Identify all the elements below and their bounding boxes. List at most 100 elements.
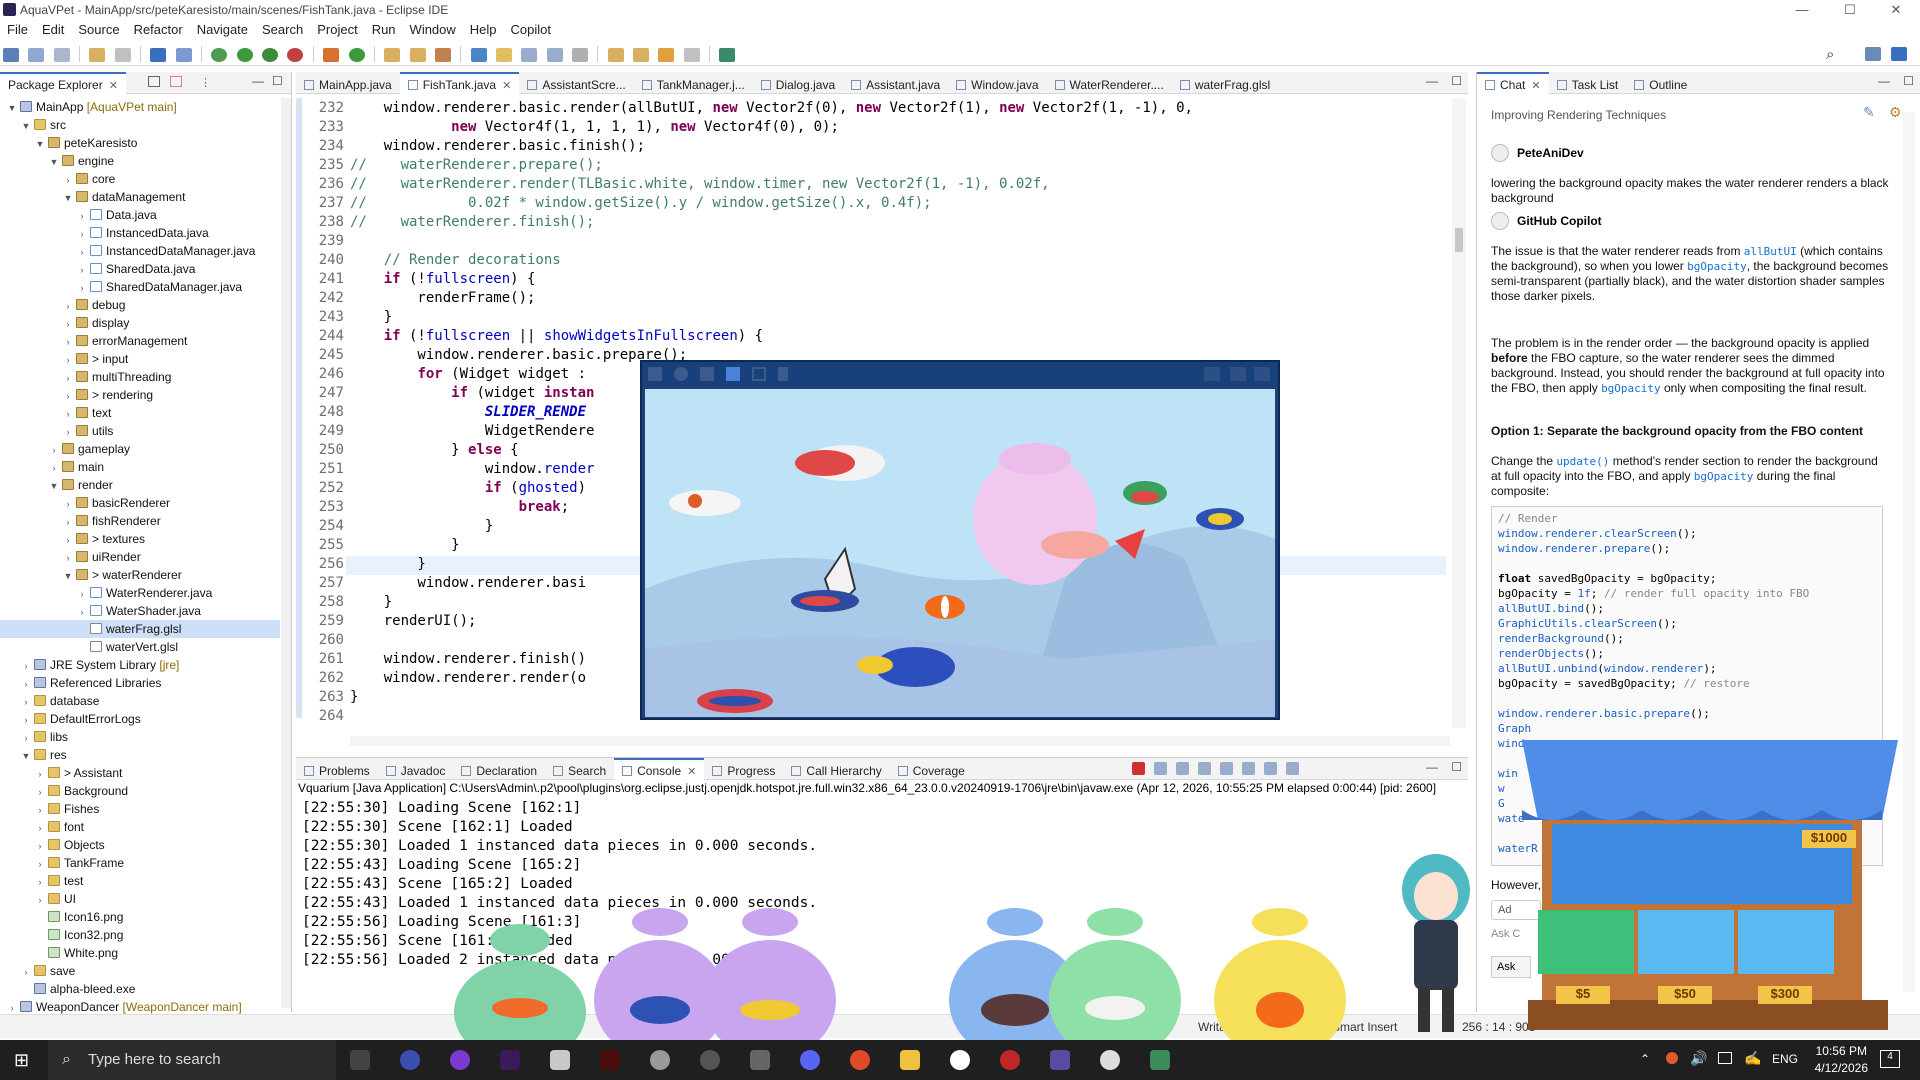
undo-icon[interactable]	[89, 48, 106, 62]
editor-tab-8[interactable]: waterFrag.glsl	[1172, 74, 1278, 96]
chevron-right-icon[interactable]: ›	[62, 513, 74, 531]
task-view-icon[interactable]	[350, 1050, 370, 1070]
code-line[interactable]: window.renderer.basic.prepare();	[350, 347, 687, 363]
app-icon-2[interactable]	[450, 1050, 470, 1070]
maximize-view-icon[interactable]: ☐	[272, 74, 283, 88]
link-editor-icon[interactable]	[170, 76, 182, 87]
close-icon[interactable]: ✕	[687, 766, 696, 778]
next-annotation-icon[interactable]	[607, 48, 624, 62]
chevron-down-icon[interactable]: ▼	[34, 135, 46, 153]
code-line[interactable]: window.render	[350, 461, 595, 477]
code-line[interactable]: SLIDER_RENDE	[350, 404, 586, 420]
debug-icon[interactable]	[211, 48, 228, 62]
chevron-right-icon[interactable]: ›	[76, 279, 88, 297]
chevron-right-icon[interactable]: ›	[20, 963, 32, 981]
tree-node[interactable]: › debug	[0, 296, 280, 314]
save-icon[interactable]	[28, 48, 45, 62]
save-all-icon[interactable]	[53, 48, 70, 62]
menu-source[interactable]: Source	[71, 22, 126, 37]
start-icon[interactable]: ⊞	[14, 1050, 34, 1070]
chat-tab-2[interactable]: Outline	[1626, 74, 1695, 96]
aquarium-scene[interactable]	[645, 389, 1275, 717]
maximize-view-icon[interactable]: ☐	[1451, 74, 1462, 88]
tree-node[interactable]: › uiRender	[0, 548, 280, 566]
minimize-view-icon[interactable]: —	[1878, 74, 1890, 88]
tree-node[interactable]: › basicRenderer	[0, 494, 280, 512]
settings-icon[interactable]: ⚙	[1889, 104, 1902, 121]
pin-icon[interactable]	[1242, 762, 1255, 775]
chevron-right-icon[interactable]: ›	[20, 693, 32, 711]
maximize-button[interactable]: ☐	[1830, 2, 1870, 18]
tree-node[interactable]: › database	[0, 692, 280, 710]
animate-icon[interactable]	[600, 1050, 620, 1070]
code-line[interactable]: WidgetRendere	[350, 423, 595, 439]
close-icon[interactable]: ✕	[502, 80, 511, 92]
code-line[interactable]: renderUI();	[350, 613, 477, 629]
tree-node[interactable]: › > textures	[0, 530, 280, 548]
pen-icon[interactable]: ✍	[1744, 1050, 1761, 1067]
new-chat-icon[interactable]: ✎	[1863, 104, 1875, 121]
code-line[interactable]: // waterRenderer.prepare();	[350, 157, 603, 173]
tree-node[interactable]: › Objects	[0, 836, 280, 854]
menu-window[interactable]: Window	[403, 22, 463, 37]
chevron-right-icon[interactable]: ›	[62, 297, 74, 315]
run-icon[interactable]	[236, 48, 253, 62]
view-menu-icon[interactable]: ⋮	[200, 76, 211, 89]
chat-tab-0[interactable]: Chat ✕	[1477, 72, 1549, 94]
chevron-right-icon[interactable]: ›	[62, 495, 74, 513]
app-icon-1[interactable]	[400, 1050, 420, 1070]
tray-app-icon[interactable]	[1666, 1052, 1678, 1064]
chevron-right-icon[interactable]: ›	[76, 243, 88, 261]
chevron-right-icon[interactable]: ›	[34, 873, 46, 891]
tree-node[interactable]: waterFrag.glsl	[0, 620, 280, 638]
tab-package-explorer[interactable]: Package Explorer ✕	[0, 72, 126, 94]
editor-tab-2[interactable]: AssistantScre...	[519, 74, 633, 96]
chevron-right-icon[interactable]: ›	[62, 369, 74, 387]
aq-trash-icon[interactable]	[778, 367, 788, 381]
chevron-right-icon[interactable]: ›	[62, 405, 74, 423]
tree-node[interactable]: › WaterRenderer.java	[0, 584, 280, 602]
chevron-right-icon[interactable]: ›	[62, 351, 74, 369]
tree-node[interactable]: ▼ render	[0, 476, 280, 494]
tray-chevron-icon[interactable]: ⌃	[1640, 1052, 1650, 1066]
console-tab-1[interactable]: Javadoc	[378, 760, 454, 782]
tree-node[interactable]: › main	[0, 458, 280, 476]
aquarium-title-bar[interactable]	[642, 362, 1278, 386]
close-button[interactable]: ✕	[1876, 2, 1916, 18]
word-wrap-icon[interactable]	[1220, 762, 1233, 775]
remove-icon[interactable]	[1154, 762, 1167, 775]
eclipse-icon[interactable]	[1050, 1050, 1070, 1070]
taskbar-clock[interactable]: 10:56 PM 4/12/2026	[1815, 1043, 1868, 1077]
fish-bags-overlay[interactable]	[440, 900, 1440, 1040]
aq-shop-icon[interactable]	[700, 367, 714, 381]
whitespace-icon[interactable]	[571, 48, 588, 62]
maximize-view-icon[interactable]: ☐	[1903, 74, 1914, 88]
chrome-icon[interactable]	[850, 1050, 870, 1070]
chevron-down-icon[interactable]: ▼	[48, 153, 60, 171]
chevron-right-icon[interactable]: ›	[34, 891, 46, 909]
tree-node[interactable]: › Fishes	[0, 800, 280, 818]
minimize-button[interactable]: —	[1782, 2, 1822, 17]
console-tab-6[interactable]: Call Hierarchy	[783, 760, 889, 782]
forward-icon[interactable]	[683, 48, 700, 62]
tree-node[interactable]: ▼ > waterRenderer	[0, 566, 280, 584]
tree-node[interactable]: › libs	[0, 728, 280, 746]
tree-node[interactable]: › test	[0, 872, 280, 890]
tree-node[interactable]: ▼ src	[0, 116, 280, 134]
code-line[interactable]: window.renderer.finish()	[350, 651, 586, 667]
new-icon[interactable]	[3, 48, 19, 62]
chevron-down-icon[interactable]: ▼	[62, 189, 74, 207]
open-resource-icon[interactable]	[409, 48, 426, 62]
editor-tab-4[interactable]: Dialog.java	[753, 74, 843, 96]
code-line[interactable]: new Vector4f(1, 1, 1, 1), new Vector4f(0…	[350, 119, 839, 135]
menu-run[interactable]: Run	[365, 22, 403, 37]
chevron-right-icon[interactable]: ›	[20, 711, 32, 729]
tree-node[interactable]: › SharedDataManager.java	[0, 278, 280, 296]
taskbar-search[interactable]: ⌕ Type here to search	[48, 1040, 336, 1080]
maximize-view-icon[interactable]: ☐	[1451, 760, 1462, 774]
notification-icon[interactable]: 4	[1880, 1050, 1900, 1068]
tree-node[interactable]: ▼ res	[0, 746, 280, 764]
chevron-right-icon[interactable]: ›	[62, 531, 74, 549]
editor-tab-1[interactable]: FishTank.java ✕	[399, 72, 520, 94]
new-class-icon[interactable]	[348, 48, 365, 62]
